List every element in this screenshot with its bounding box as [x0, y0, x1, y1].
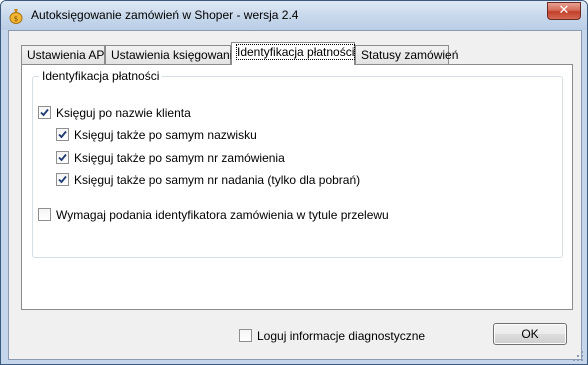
option-label: Wymagaj podania identyfikatora zamówieni…: [56, 208, 389, 222]
checkbox[interactable]: [38, 106, 51, 119]
option-label: Księguj także po samym nazwisku: [74, 128, 257, 142]
tab-label: Ustawienia API: [27, 48, 108, 62]
tab-label: Identyfikacja płatności: [235, 44, 356, 60]
checkbox[interactable]: [56, 173, 69, 186]
checkmark-icon: [40, 108, 49, 117]
resize-grip-icon[interactable]: [572, 350, 584, 362]
log-diagnostics-label: Loguj informacje diagnostyczne: [257, 329, 426, 343]
option-label: Księguj po nazwie klienta: [56, 106, 191, 120]
close-icon: ✕: [558, 3, 570, 18]
checkbox[interactable]: [38, 208, 51, 221]
checkbox[interactable]: [56, 151, 69, 164]
tab-identyfikacja-platnosci[interactable]: Identyfikacja płatności: [231, 42, 356, 65]
option-label: Księguj także po samym nr zamówienia: [74, 151, 285, 165]
ok-button[interactable]: OK: [493, 323, 567, 345]
window-title: Autoksięgowanie zamówień w Shoper - wers…: [31, 8, 299, 22]
option-label: Księguj także po samym nr nadania (tylko…: [74, 173, 361, 187]
tab-panel: Identyfikacja płatności Księguj po nazwi…: [21, 64, 573, 310]
payment-identification-group: Identyfikacja płatności Księguj po nazwi…: [32, 69, 563, 258]
checkmark-icon: [58, 175, 67, 184]
app-window: $ Autoksięgowanie zamówień w Shoper - we…: [0, 0, 588, 365]
tab-label: Ustawienia księgowania: [111, 48, 240, 62]
title-bar[interactable]: $ Autoksięgowanie zamówień w Shoper - we…: [1, 1, 587, 30]
dialog-body: Ustawienia API Ustawienia księgowania Id…: [8, 30, 582, 360]
group-title: Identyfikacja płatności: [39, 69, 163, 83]
coin-bag-icon: $: [9, 9, 23, 24]
checkmark-icon: [58, 130, 67, 139]
close-button[interactable]: ✕: [547, 2, 581, 20]
svg-text:$: $: [14, 15, 18, 23]
checkmark-icon: [58, 153, 67, 162]
tab-ustawienia-ksiegowania[interactable]: Ustawienia księgowania: [105, 45, 239, 64]
tab-label: Statusy zamówień: [361, 48, 459, 62]
checkbox[interactable]: [56, 128, 69, 141]
tab-statusy-zamowien[interactable]: Statusy zamówień: [355, 45, 458, 64]
tab-ustawienia-api[interactable]: Ustawienia API: [21, 45, 108, 64]
checkbox[interactable]: [239, 329, 252, 342]
